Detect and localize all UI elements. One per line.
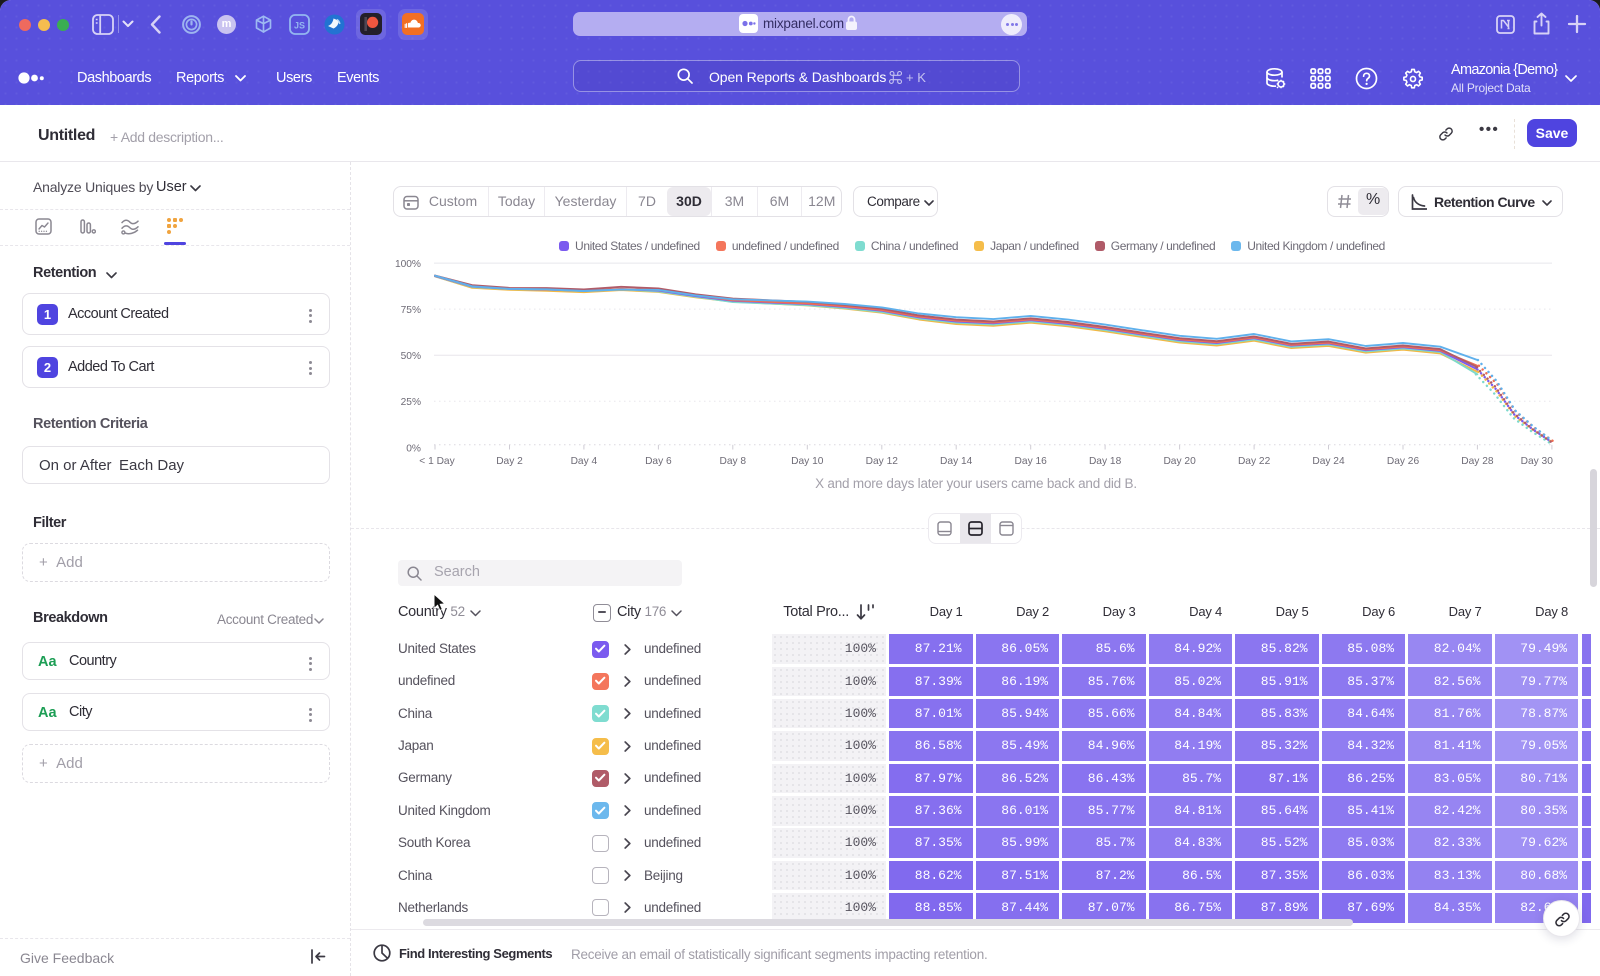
svg-text:JS: JS xyxy=(294,21,305,31)
svg-text:Day 18: Day 18 xyxy=(1089,456,1122,467)
svg-text:Day 30: Day 30 xyxy=(1521,456,1554,467)
svg-text:Day 14: Day 14 xyxy=(940,456,973,467)
svg-text:Day 12: Day 12 xyxy=(866,456,899,467)
svg-text:0%: 0% xyxy=(406,443,421,454)
svg-text:Day 24: Day 24 xyxy=(1312,456,1345,467)
svg-text:Day 6: Day 6 xyxy=(645,456,672,467)
svg-text:Day 16: Day 16 xyxy=(1015,456,1048,467)
svg-text:Day 8: Day 8 xyxy=(719,456,746,467)
svg-text:Day 2: Day 2 xyxy=(496,456,523,467)
svg-text:100%: 100% xyxy=(395,259,421,270)
svg-text:Day 28: Day 28 xyxy=(1461,456,1494,467)
svg-text:Day 10: Day 10 xyxy=(791,456,824,467)
svg-text:X and more days later your use: X and more days later your users came ba… xyxy=(815,476,1137,491)
svg-text:Day 4: Day 4 xyxy=(571,456,598,467)
svg-text:25%: 25% xyxy=(401,397,421,408)
svg-text:Day 20: Day 20 xyxy=(1163,456,1196,467)
svg-text:< 1 Day: < 1 Day xyxy=(419,456,455,467)
svg-text:Day 22: Day 22 xyxy=(1238,456,1271,467)
svg-text:75%: 75% xyxy=(401,305,421,316)
svg-text:50%: 50% xyxy=(401,351,421,362)
svg-text:Day 26: Day 26 xyxy=(1387,456,1420,467)
